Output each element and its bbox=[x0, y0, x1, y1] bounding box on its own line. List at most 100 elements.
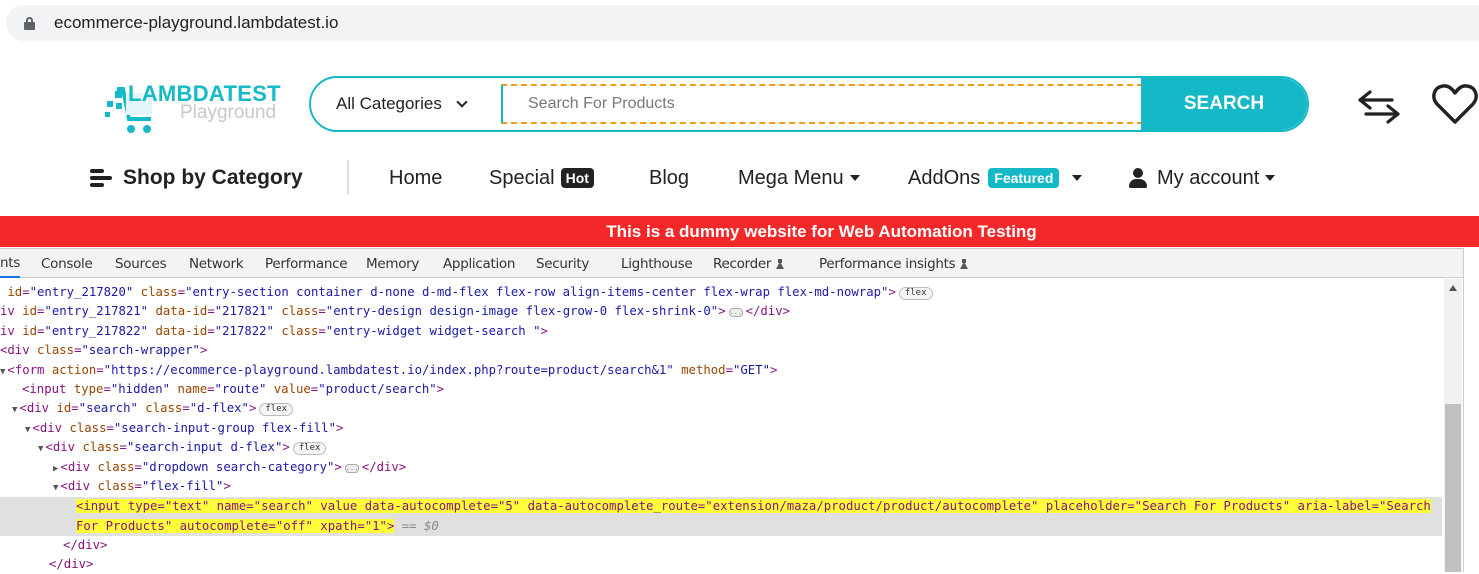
tab-memory[interactable]: Memory bbox=[366, 249, 419, 278]
flex-badge[interactable]: flex bbox=[259, 403, 294, 417]
search-input[interactable]: Search For Products bbox=[501, 84, 1143, 124]
expand-triangle-icon[interactable]: ▼ bbox=[38, 444, 43, 454]
flex-badge[interactable]: flex bbox=[292, 442, 327, 456]
expand-triangle-icon[interactable]: ▼ bbox=[12, 405, 17, 415]
dom-node[interactable]: ▶ <div class="dropdown search-category">.… bbox=[53, 458, 406, 477]
dom-node-selected[interactable]: <input type="text" name="search" value d… bbox=[76, 497, 1431, 516]
attr-eq: = bbox=[103, 382, 111, 396]
address-bar[interactable]: ecommerce-playground.lambdatest.io bbox=[6, 5, 1479, 41]
nav-addons[interactable]: AddOns Featured bbox=[908, 156, 1083, 200]
shop-by-category-button[interactable]: Shop by Category bbox=[90, 156, 303, 200]
collapsed-content-icon[interactable]: ... bbox=[728, 308, 743, 318]
attr-value: "https://ecommerce-playground.lambdatest… bbox=[103, 362, 674, 377]
elements-scrollbar[interactable] bbox=[1444, 279, 1462, 572]
site-logo[interactable]: LAMBDATEST Playground bbox=[103, 81, 283, 137]
attr-value: "route" bbox=[214, 382, 267, 396]
tab-sources[interactable]: Sources bbox=[115, 249, 167, 278]
tag-close: > bbox=[334, 459, 342, 474]
featured-badge: Featured bbox=[988, 168, 1060, 188]
tab-security[interactable]: Security bbox=[536, 249, 589, 278]
dom-node[interactable]: ▼ <div class="flex-fill"> bbox=[53, 477, 231, 496]
browser-toolbar: ecommerce-playground.lambdatest.io bbox=[0, 0, 1479, 46]
attr-name: data-id bbox=[148, 304, 208, 319]
tab-network[interactable]: Network bbox=[189, 249, 244, 278]
wishlist-heart-icon[interactable] bbox=[1431, 82, 1479, 126]
attr-eq: = bbox=[207, 323, 215, 338]
chevron-down-icon bbox=[456, 96, 468, 108]
tag-close: > bbox=[436, 382, 445, 396]
lock-icon[interactable] bbox=[24, 16, 35, 30]
dom-close-tag[interactable]: </div> bbox=[63, 536, 107, 555]
attr-value: "217821" bbox=[214, 304, 274, 319]
attr-name: id bbox=[56, 401, 72, 416]
attr-value: "search-input d-flex" bbox=[126, 440, 283, 455]
attr-name: class bbox=[97, 479, 135, 493]
dom-close-tag[interactable]: </div> bbox=[49, 555, 93, 574]
tab-recorder[interactable]: Recorder bbox=[713, 249, 785, 278]
main-nav: Shop by Category Home Special Hot Blog M… bbox=[0, 156, 1479, 200]
experimental-flask-icon bbox=[776, 258, 785, 269]
attr-value: "dropdown search-category" bbox=[141, 459, 335, 474]
dom-node[interactable]: ▼ <div class="search-input-group flex-fil… bbox=[25, 419, 343, 438]
tab-console[interactable]: Console bbox=[41, 249, 93, 278]
compare-icon[interactable] bbox=[1356, 84, 1402, 124]
nav-my-account[interactable]: My account bbox=[1129, 156, 1276, 200]
tab-sources-label: Sources bbox=[115, 255, 167, 272]
tab-application[interactable]: Application bbox=[443, 249, 515, 278]
flex-badge[interactable]: flex bbox=[898, 287, 933, 300]
tag-open: <div bbox=[32, 420, 70, 435]
tag-close: > bbox=[336, 420, 344, 435]
dom-node[interactable]: <input type="hidden" name="route" value=… bbox=[22, 380, 444, 399]
scrollbar-thumb[interactable] bbox=[1445, 404, 1461, 572]
attr-name: id bbox=[22, 304, 38, 319]
dom-node[interactable]: ▼ <div id="search" class="d-flex"> flex bbox=[12, 399, 294, 418]
attr-eq: = bbox=[207, 382, 215, 396]
elements-tree: id="entry_217820" class="entry-section c… bbox=[0, 279, 1444, 572]
banner-text: This is a dummy website for Web Automati… bbox=[606, 221, 1037, 241]
search-form: All Categories Search For Products SEARC… bbox=[309, 76, 1309, 132]
category-dropdown[interactable]: All Categories bbox=[311, 78, 501, 130]
attr-eq: = bbox=[207, 304, 215, 319]
tab-performance-insights-label: Performance insights bbox=[819, 255, 956, 272]
tab-elements[interactable]: nts bbox=[0, 249, 20, 278]
tag-close: > bbox=[540, 323, 548, 338]
attr-name: name bbox=[170, 382, 208, 396]
nav-mega-menu[interactable]: Mega Menu bbox=[738, 156, 860, 200]
tab-performance-insights[interactable]: Performance insights bbox=[819, 249, 969, 278]
tag-open: <input bbox=[22, 382, 74, 396]
attr-eq: = bbox=[96, 362, 104, 377]
nav-home[interactable]: Home bbox=[389, 156, 442, 200]
menu-icon bbox=[90, 168, 112, 188]
dom-node[interactable]: ▼ <div class="search-input d-flex"> flex bbox=[38, 438, 327, 457]
dom-node[interactable]: ▼ <form action="https://ecommerce-playgro… bbox=[0, 361, 777, 380]
dom-node[interactable]: iv id="entry_217821" data-id="217821" cl… bbox=[0, 302, 790, 321]
dom-node[interactable]: id="entry_217820" class="entry-section c… bbox=[0, 283, 933, 302]
attr-name: action bbox=[51, 362, 97, 377]
caret-down-icon bbox=[1072, 175, 1083, 181]
dom-node-selected-cont[interactable]: For Products" autocomplete="off" xpath="… bbox=[76, 517, 439, 536]
attr-name: class bbox=[137, 401, 183, 416]
scroll-up-arrow-icon[interactable] bbox=[1449, 285, 1457, 291]
collapsed-content-icon[interactable]: ... bbox=[344, 463, 359, 473]
expand-triangle-icon[interactable]: ▼ bbox=[25, 425, 30, 435]
close-div-2: </div> bbox=[49, 557, 94, 571]
attr-value: "search-input-group flex-fill" bbox=[113, 420, 336, 435]
nav-special-label: Special bbox=[489, 166, 555, 189]
dom-node[interactable]: <div class="search-wrapper"> bbox=[0, 341, 207, 360]
attr-eq: = bbox=[134, 479, 142, 493]
attr-value: "entry_217822" bbox=[44, 323, 149, 338]
tab-performance[interactable]: Performance bbox=[265, 249, 348, 278]
tab-lighthouse[interactable]: Lighthouse bbox=[621, 249, 693, 278]
expand-triangle-icon[interactable]: ▼ bbox=[0, 367, 5, 377]
collapse-triangle-icon[interactable]: ▶ bbox=[53, 464, 58, 474]
dom-node[interactable]: iv id="entry_217822" data-id="217822" cl… bbox=[0, 322, 548, 341]
attr-eq: = bbox=[318, 323, 326, 338]
attr-name: class bbox=[133, 285, 178, 299]
url-text[interactable]: ecommerce-playground.lambdatest.io bbox=[54, 13, 338, 33]
expand-triangle-icon[interactable]: ▼ bbox=[53, 483, 58, 493]
tag-open: <div bbox=[60, 479, 98, 493]
search-button[interactable]: SEARCH bbox=[1141, 78, 1307, 130]
nav-special[interactable]: Special Hot bbox=[489, 156, 594, 200]
tag-open: <div bbox=[0, 343, 38, 358]
nav-blog[interactable]: Blog bbox=[649, 156, 689, 200]
